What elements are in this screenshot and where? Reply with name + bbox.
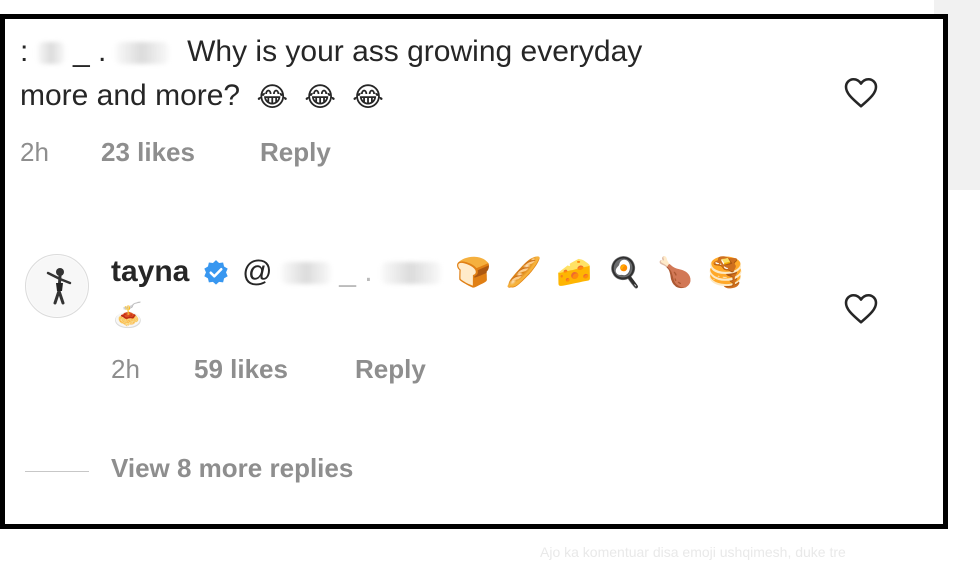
- avatar[interactable]: [25, 254, 89, 318]
- dancer-silhouette-icon: [27, 256, 87, 316]
- comment-1-username-partial[interactable]: _ .: [73, 35, 106, 68]
- replies-divider: [25, 471, 89, 472]
- comment-2-line-2: 🍝: [113, 297, 143, 331]
- redacted-mention: [280, 262, 331, 285]
- mention-at-sign[interactable]: @: [242, 255, 272, 288]
- comment-1-time: 2h: [20, 137, 49, 167]
- like-heart-icon[interactable]: [843, 75, 879, 109]
- comment-1-text-line-1: Why is your ass growing everyday: [187, 35, 643, 68]
- comment-1-line-1: : _ . Why is your ass growing everyday: [20, 35, 642, 69]
- comment-2-line-1: tayna @ _ . 🍞 🥖 🧀 🍳 🍗 🥞: [111, 255, 744, 290]
- comment-2-reply-button[interactable]: Reply: [355, 354, 426, 385]
- baguette-emoji: 🥖: [505, 257, 542, 290]
- comment-2-likes[interactable]: 59 likes: [194, 354, 288, 385]
- tears-of-joy-emoji: 😂: [352, 81, 384, 112]
- cheese-emoji: 🧀: [556, 257, 593, 290]
- comment-1-username-prefix[interactable]: :: [20, 35, 28, 68]
- tears-of-joy-emoji: 😂: [256, 81, 289, 112]
- verified-badge-icon: [204, 260, 228, 285]
- comment-1-reply-button[interactable]: Reply: [260, 137, 331, 168]
- spaghetti-emoji: 🍝: [113, 301, 143, 329]
- redacted-mention: [380, 262, 441, 285]
- view-more-replies-button[interactable]: View 8 more replies: [111, 453, 353, 484]
- comment-2-time: 2h: [111, 354, 140, 384]
- comment-2-username[interactable]: tayna: [111, 255, 189, 288]
- pancakes-emoji: 🥞: [707, 257, 744, 290]
- like-heart-icon[interactable]: [843, 291, 879, 325]
- poultry-leg-emoji: 🍗: [657, 257, 694, 290]
- redacted-username: [114, 42, 169, 65]
- fried-egg-emoji: 🍳: [606, 257, 643, 290]
- mention-partial[interactable]: _ .: [339, 255, 372, 288]
- tears-of-joy-emoji: 😂: [304, 81, 336, 112]
- redacted-username: [36, 42, 65, 65]
- comment-1-line-2: more and more? 😂 😂 😂: [20, 79, 384, 113]
- bread-emoji: 🍞: [455, 257, 492, 290]
- comment-thread-frame: : _ . Why is your ass growing everyday m…: [0, 14, 948, 529]
- comment-1-likes[interactable]: 23 likes: [101, 137, 195, 168]
- background-caption: Ajo ka komentuar disa emoji ushqimesh, d…: [540, 544, 846, 560]
- comment-1-text-line-2: more and more?: [20, 79, 241, 112]
